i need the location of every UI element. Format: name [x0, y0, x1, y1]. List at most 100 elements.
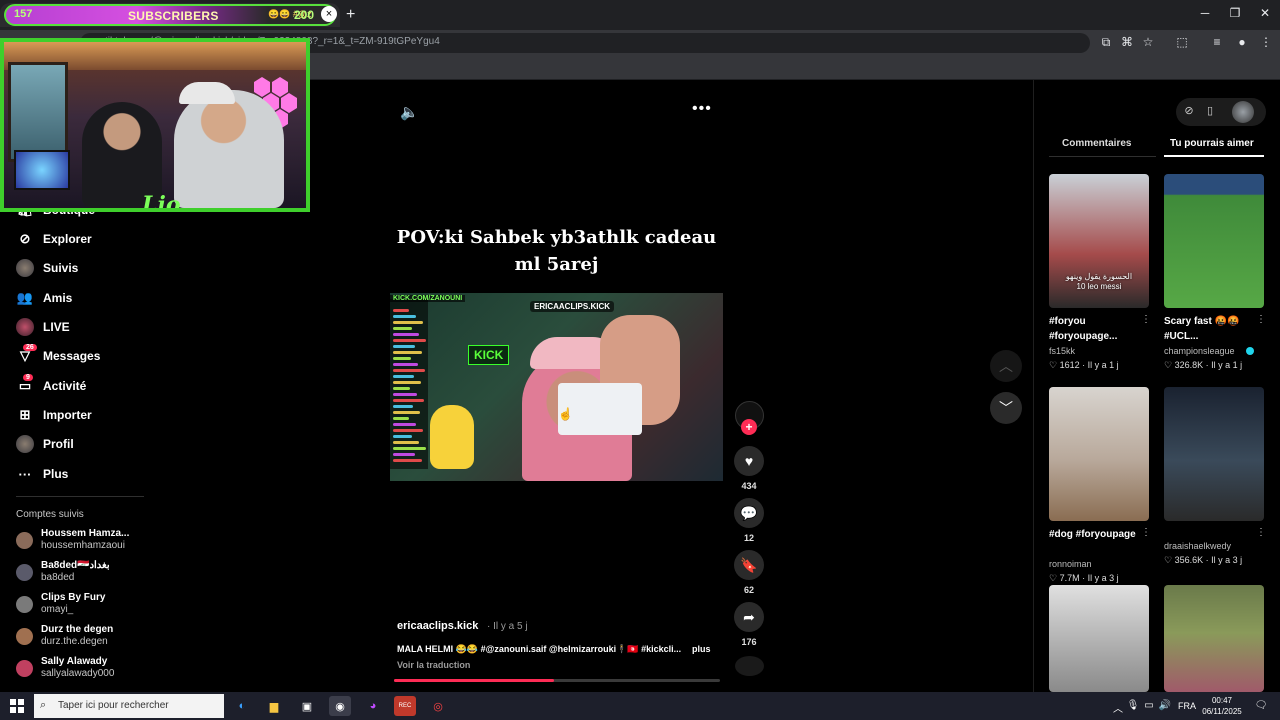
chat-message-line: [393, 357, 411, 360]
suggested-video-thumbnail[interactable]: [1164, 585, 1264, 692]
obs-icon[interactable]: ◎: [427, 696, 449, 716]
account-avatar: [16, 660, 33, 677]
bookmark-star-icon[interactable]: ☆: [1140, 35, 1156, 49]
sidebar-item-messages[interactable]: ▽ 26 Messages: [16, 342, 100, 370]
close-window-icon[interactable]: ✕: [1250, 6, 1280, 20]
followed-account[interactable]: Ba8ded🇮🇶بغداد ba8ded: [16, 560, 146, 588]
network-icon[interactable]: ▭: [1142, 700, 1156, 711]
chrome-menu-icon[interactable]: ⋮: [1258, 35, 1274, 49]
account-handle: durz.the.degen: [41, 636, 108, 647]
card-more-icon[interactable]: ⋮: [1256, 527, 1266, 538]
suggested-video-author[interactable]: draaishaelkwedy: [1164, 541, 1231, 551]
account-name: Clips By Fury: [41, 592, 106, 603]
caption-more-link[interactable]: plus: [692, 644, 711, 654]
next-video-icon[interactable]: ﹀: [990, 392, 1022, 424]
search-icon: ⌕: [40, 699, 47, 711]
sidebar-item-importer[interactable]: ⊞ Importer: [16, 401, 92, 429]
sidebar-item-label: Explorer: [43, 232, 92, 246]
tray-chevron-icon[interactable]: ︿: [1111, 700, 1125, 715]
suggested-video-thumbnail[interactable]: [1164, 174, 1264, 308]
close-tab-icon[interactable]: ×: [321, 6, 337, 22]
music-disc-icon[interactable]: [735, 656, 764, 676]
new-tab-button[interactable]: +: [346, 6, 355, 24]
sound-icon[interactable]: 🔈: [400, 103, 419, 121]
chrome-icon[interactable]: ◉: [329, 696, 351, 716]
panel-user-avatar[interactable]: [1232, 101, 1254, 123]
clock[interactable]: 00:47 06/11/2025: [1200, 695, 1244, 717]
chat-message-line: [393, 333, 419, 336]
file-explorer-icon[interactable]: ▆: [263, 696, 285, 716]
phone-icon[interactable]: ▯: [1202, 104, 1218, 117]
media-icon[interactable]: ≡: [1209, 35, 1225, 49]
white-cap: [179, 82, 235, 104]
chat-message-line: [393, 387, 410, 390]
language-indicator[interactable]: FRA: [1178, 701, 1196, 711]
restore-icon[interactable]: ❐: [1220, 6, 1250, 20]
more-options-icon[interactable]: •••: [692, 100, 712, 118]
previous-video-icon[interactable]: ︿: [990, 350, 1022, 382]
chat-message-line: [393, 411, 420, 414]
account-avatar: [16, 564, 33, 581]
notifications-icon[interactable]: 🗨: [1254, 700, 1268, 711]
suggested-video-thumbnail[interactable]: [1164, 387, 1264, 521]
suggested-video-author[interactable]: championsleague: [1164, 346, 1235, 356]
minimize-icon[interactable]: ─: [1190, 6, 1220, 20]
suggested-video-meta: ♡ 326.8K · Il y a 1 j: [1164, 360, 1242, 371]
sidebar-item-suivis[interactable]: Suivis: [16, 254, 78, 282]
follow-plus-icon[interactable]: +: [741, 419, 757, 435]
suggested-video-thumbnail[interactable]: الحسورة يقول وينهو 10 leo messi: [1049, 174, 1149, 308]
windows-start-icon[interactable]: [0, 692, 34, 720]
profile-avatar-icon[interactable]: ●: [1234, 35, 1250, 49]
discord-icon[interactable]: ◕: [362, 696, 384, 716]
chat-message-line: [393, 315, 416, 318]
heart-outline-icon: ♡: [1164, 555, 1175, 565]
like-icon[interactable]: ♥: [734, 446, 764, 476]
suggested-video-author[interactable]: ronnoiman: [1049, 559, 1092, 569]
kick-neon-sign: KICK: [468, 345, 510, 365]
share-icon[interactable]: ➦: [734, 602, 764, 632]
store-icon[interactable]: ▣: [296, 696, 318, 716]
card-more-icon[interactable]: ⋮: [1141, 527, 1151, 538]
cast-icon[interactable]: ⧉: [1098, 35, 1114, 50]
sidebar-item-live[interactable]: LIVE: [16, 313, 70, 341]
followed-account[interactable]: Houssem Hamza... houssemhamzaoui: [16, 528, 146, 556]
card-more-icon[interactable]: ⋮: [1141, 314, 1151, 325]
suggested-video-thumbnail[interactable]: [1049, 585, 1149, 692]
account-handle: ba8ded: [41, 572, 75, 583]
suggested-video-title[interactable]: #foryou #foryoupage...: [1049, 314, 1145, 344]
sidebar-item-profil[interactable]: Profil: [16, 430, 74, 458]
suggested-video-title[interactable]: #dog #foryoupage: [1049, 527, 1145, 542]
followed-account[interactable]: Sally Alawady sallyalawady000: [16, 656, 146, 684]
edge-icon[interactable]: ◐: [231, 696, 253, 716]
followed-account[interactable]: Durz the degen durz.the.degen: [16, 624, 146, 652]
see-translation-link[interactable]: Voir la traduction: [397, 660, 470, 670]
suggested-video-thumbnail[interactable]: [1049, 387, 1149, 521]
card-more-icon[interactable]: ⋮: [1256, 314, 1266, 325]
sidebar-item-amis[interactable]: 👥 Amis: [16, 284, 72, 312]
chat-message-line: [393, 369, 425, 372]
tab-you-may-like[interactable]: Tu pourrais aimer: [1170, 138, 1254, 149]
suggested-video-age: Il y a 3 j: [1211, 555, 1243, 565]
sidebar-item-activit-[interactable]: ▭ 9 Activité: [16, 372, 86, 400]
volume-icon[interactable]: 🔊: [1158, 700, 1172, 711]
bookmark-icon[interactable]: 🔖: [734, 550, 764, 580]
sidebar-item-plus[interactable]: ··· Plus: [16, 460, 69, 488]
sidebar-item-explorer[interactable]: ⊘ Explorer: [16, 225, 92, 253]
followed-accounts-title: Comptes suivis: [16, 509, 84, 520]
comment-icon[interactable]: 💬: [734, 498, 764, 528]
stream-app-icon[interactable]: REC: [394, 696, 416, 716]
chat-message-line: [393, 453, 415, 456]
suggested-video-title[interactable]: Scary fast 🤬🤬 #UCL...: [1164, 314, 1260, 344]
extensions-icon[interactable]: ⬚: [1174, 35, 1190, 49]
taskbar-search-placeholder[interactable]: Taper ici pour rechercher: [58, 700, 169, 711]
translate-icon[interactable]: ⌘: [1119, 35, 1135, 49]
compass-small-icon[interactable]: ⊘: [1181, 104, 1197, 117]
suggested-video-author[interactable]: fs15kk: [1049, 346, 1075, 356]
followed-account[interactable]: Clips By Fury omayi_: [16, 592, 146, 620]
chat-message-line: [393, 417, 409, 420]
tab-comments[interactable]: Commentaires: [1062, 138, 1131, 149]
microphone-icon[interactable]: 🎙: [1126, 700, 1140, 711]
video-player[interactable]: KICK.COM/ZANOUNI ERICAACLIPS.KICK KICK ☝: [390, 293, 723, 481]
chat-message-line: [393, 363, 418, 366]
creator-username[interactable]: ericaaclips.kick: [397, 620, 478, 632]
